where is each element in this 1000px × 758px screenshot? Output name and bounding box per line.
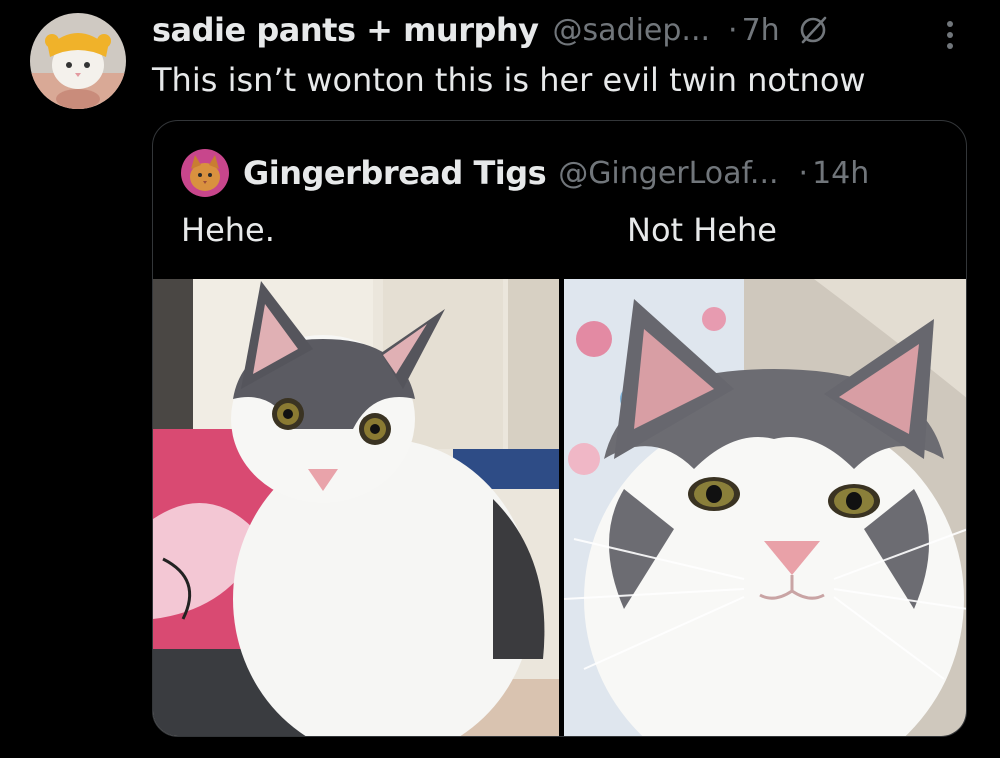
tweet-text: This isn’t wonton this is her evil twin … (152, 61, 866, 99)
more-vertical-icon[interactable] (935, 18, 965, 52)
author-display-name[interactable]: sadie pants + murphy (152, 11, 539, 49)
grok-icon[interactable] (798, 15, 828, 45)
author-handle[interactable]: @sadiep... (553, 13, 711, 48)
separator-dot: · (798, 155, 809, 191)
quoted-author-display-name: Gingerbread Tigs (243, 154, 547, 192)
author-avatar[interactable] (30, 13, 126, 109)
quoted-tweet-header: Gingerbread Tigs @GingerLoaf... · 14h (181, 149, 869, 197)
quoted-timestamp: 14h (812, 155, 870, 191)
separator-dot: · (728, 12, 738, 48)
photo-left[interactable] (153, 279, 559, 736)
quoted-text-left: Hehe. (181, 211, 275, 249)
tweet-header: sadie pants + murphy @sadiep... · 7h (152, 8, 982, 52)
quoted-author-avatar (181, 149, 229, 197)
quoted-tweet-card[interactable]: Gingerbread Tigs @GingerLoaf... · 14h He… (152, 120, 967, 737)
quoted-text-right: Not Hehe (627, 211, 777, 249)
photo-right[interactable] (564, 279, 966, 736)
quoted-author-handle: @GingerLoaf... (558, 155, 779, 191)
tweet-timestamp[interactable]: 7h (742, 13, 780, 48)
